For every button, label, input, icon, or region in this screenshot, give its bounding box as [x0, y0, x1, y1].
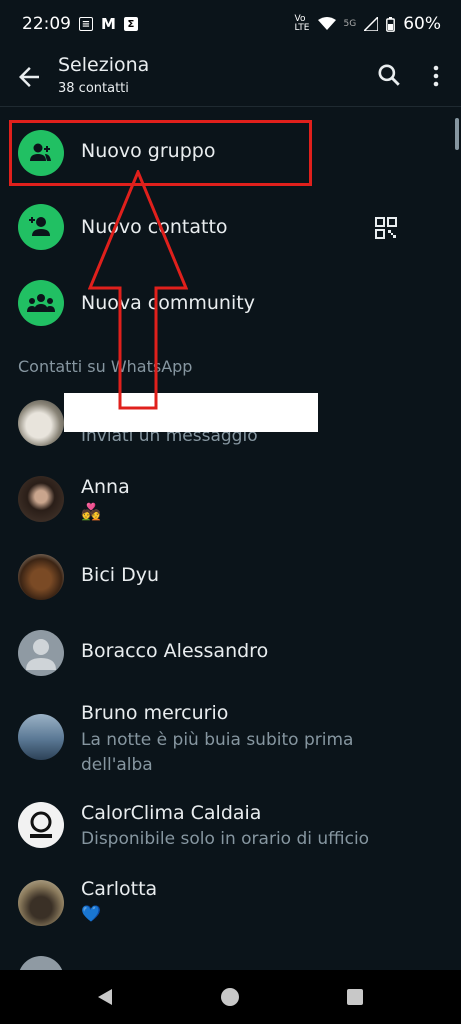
battery-percent: 60% [403, 14, 441, 34]
contact-name: Bici Dyu [81, 564, 159, 586]
contact-avatar [18, 880, 64, 926]
new-community-row[interactable]: Nuova community [0, 274, 455, 334]
status-time: 22:09 [22, 14, 71, 34]
notes-icon: ≡ [79, 17, 93, 31]
sigma-app-icon: Σ [123, 17, 138, 31]
contact-status: Disponibile solo in orario di ufficio [81, 829, 370, 849]
community-icon [18, 280, 64, 326]
contact-row[interactable]: Bruno mercurio La notte è più buia subit… [0, 700, 455, 784]
signal-icon [364, 17, 379, 31]
nav-recents-icon[interactable] [346, 988, 364, 1006]
person-add-icon [18, 204, 64, 250]
page-title: Seleziona [58, 54, 150, 76]
contact-status: 💙 [81, 904, 101, 923]
contact-row[interactable]: Carlotta 💙 [0, 874, 455, 934]
scrollbar[interactable] [455, 118, 459, 150]
status-bar: 22:09 ≡ M Σ Vo LTE 5G 60% [0, 0, 461, 48]
nav-home-icon[interactable] [220, 987, 240, 1007]
app-bar: Seleziona 38 contatti [0, 48, 461, 107]
contact-status: 💑 [81, 502, 101, 521]
contact-status-line2: dell'alba [81, 755, 153, 775]
back-arrow-icon[interactable] [14, 62, 44, 92]
wifi-icon [317, 17, 336, 30]
contact-row[interactable]: Boracco Alessandro [0, 624, 455, 684]
contact-avatar [18, 476, 64, 522]
volte-icon: Vo LTE [294, 14, 310, 33]
contact-row[interactable]: CalorClima Caldaia Disponibile solo in o… [0, 798, 455, 858]
contact-status: La notte è più buia subito prima [81, 730, 354, 750]
contact-avatar [18, 554, 64, 600]
qr-code-icon[interactable] [375, 217, 397, 239]
contact-name: Boracco Alessandro [81, 640, 269, 662]
contact-name: Carlotta [81, 878, 158, 900]
nav-back-icon[interactable] [95, 987, 115, 1007]
network-type-label: 5G [343, 19, 357, 29]
default-avatar-icon [18, 630, 64, 676]
annotation-arrow-icon [88, 170, 188, 410]
search-icon[interactable] [376, 62, 402, 88]
contact-avatar [18, 400, 64, 446]
contact-name: Anna [81, 476, 130, 498]
contact-avatar [18, 714, 64, 760]
contact-name: CalorClima Caldaia [81, 802, 262, 824]
battery-icon [386, 16, 396, 32]
system-navigation-bar [0, 970, 461, 1024]
contact-name: Bruno mercurio [81, 702, 229, 724]
gmail-icon: M [101, 15, 116, 33]
contact-avatar [18, 802, 64, 848]
more-options-icon[interactable] [424, 62, 448, 90]
contact-count: 38 contatti [58, 81, 129, 96]
contact-row[interactable]: Anna 💑 [0, 470, 455, 530]
contact-row[interactable]: Bici Dyu [0, 548, 455, 608]
